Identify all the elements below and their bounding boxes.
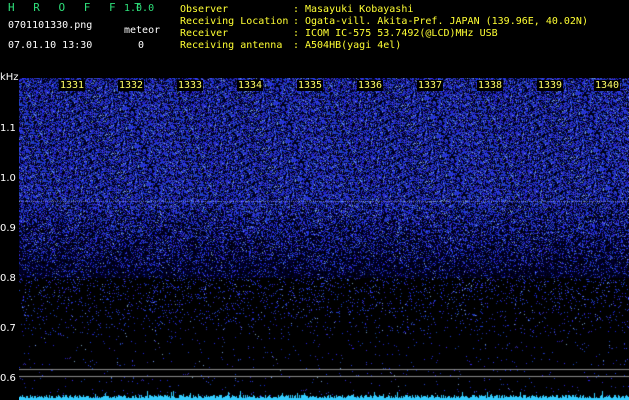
spectrogram-canvas — [19, 78, 629, 400]
time-mark-1334: 1334 — [237, 80, 264, 91]
meteor-label: meteor — [124, 25, 161, 36]
time-mark-1333: 1333 — [177, 80, 204, 91]
ytick-0-9: 0.9 — [0, 223, 16, 234]
file-name: 0701101330.png — [8, 20, 93, 31]
yaxis-unit: kHz — [0, 72, 19, 83]
spectrogram-area — [19, 78, 629, 400]
observer-sep: : — [293, 4, 300, 15]
receiver-sep: : — [293, 28, 300, 39]
time-mark-1338: 1338 — [477, 80, 504, 91]
file-datetime: 07.01.10 13:30 — [8, 40, 93, 51]
receiver-key: Receiver — [180, 28, 229, 39]
ytick-0-7: 0.7 — [0, 323, 16, 334]
ytick-0-8: 0.8 — [0, 273, 16, 284]
app-version: 1.0.0 — [124, 3, 155, 14]
antenna-sep: : — [293, 40, 300, 51]
meteor-count: 0 — [138, 40, 145, 51]
receiver-value: ICOM IC-575 53.7492(@LCD)MHz USB — [305, 28, 498, 39]
time-mark-1340: 1340 — [594, 80, 621, 91]
observer-value: Masayuki Kobayashi — [305, 4, 414, 15]
location-key: Receiving Location — [180, 16, 289, 27]
time-mark-1336: 1336 — [357, 80, 384, 91]
time-mark-1337: 1337 — [417, 80, 444, 91]
time-mark-1331: 1331 — [59, 80, 86, 91]
location-sep: : — [293, 16, 300, 27]
antenna-value: A504HB(yagi 4el) — [305, 40, 402, 51]
ytick-1-0: 1.0 — [0, 173, 16, 184]
observer-key: Observer — [180, 4, 229, 15]
antenna-key: Receiving antenna — [180, 40, 283, 51]
time-mark-1339: 1339 — [537, 80, 564, 91]
location-value: Ogata-vill. Akita-Pref. JAPAN (139.96E, … — [305, 16, 588, 27]
ytick-0-6: 0.6 — [0, 373, 16, 384]
time-mark-1335: 1335 — [297, 80, 324, 91]
time-mark-1332: 1332 — [118, 80, 145, 91]
ytick-1-1: 1.1 — [0, 123, 16, 134]
